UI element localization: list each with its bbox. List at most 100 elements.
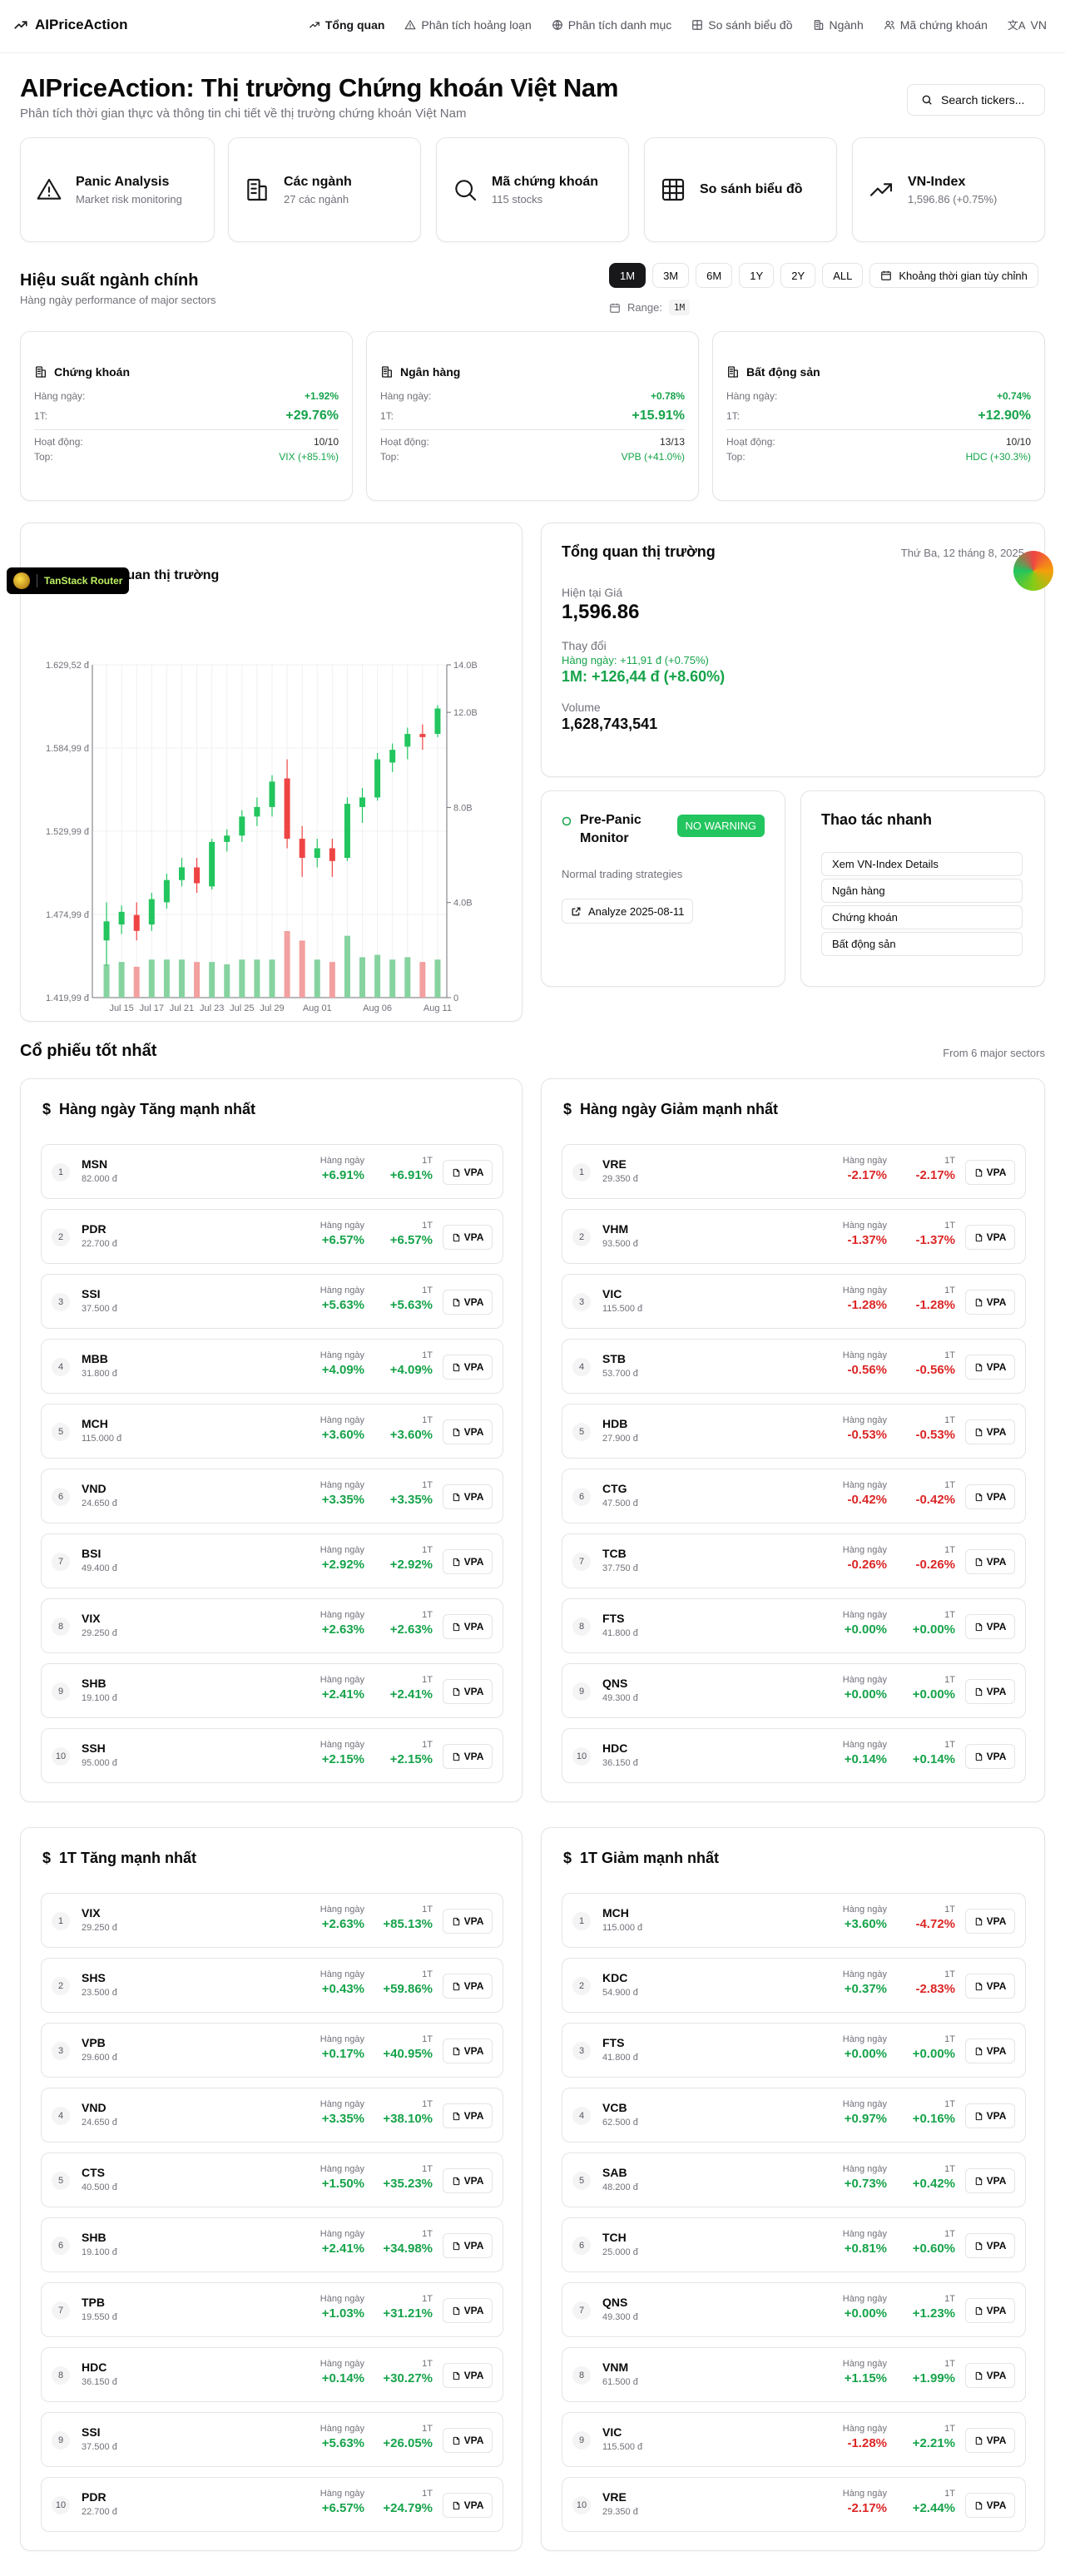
stock-row[interactable]: 9 VIC 115.500 đ Hàng ngày -1.28% 1T +2.21%… [562, 2412, 1026, 2467]
nav-link[interactable]: Phân tích danh mục [552, 18, 671, 32]
stock-row[interactable]: 2 PDR 22.700 đ Hàng ngày +6.57% 1T +6.57% … [41, 1209, 503, 1264]
stock-row[interactable]: 3 FTS 41.800 đ Hàng ngày +0.00% 1T +0.00% … [562, 2023, 1026, 2078]
vpa-button[interactable]: VPA [965, 1744, 1015, 1769]
vpa-button[interactable]: VPA [443, 2168, 493, 2193]
quick-action-button[interactable]: Bất động sản [821, 932, 1023, 956]
stock-row[interactable]: 9 QNS 49.300 đ Hàng ngày +0.00% 1T +0.00% … [562, 1663, 1026, 1718]
stock-row[interactable]: 3 VIC 115.500 đ Hàng ngày -1.28% 1T -1.28%… [562, 1274, 1026, 1329]
range-button-2y[interactable]: 2Y [780, 263, 816, 288]
stock-row[interactable]: 1 VIX 29.250 đ Hàng ngày +2.63% 1T +85.13%… [41, 1893, 503, 1948]
quick-card[interactable]: Các ngành 27 các ngành [228, 137, 421, 242]
vpa-button[interactable]: VPA [965, 1225, 1015, 1250]
stock-row[interactable]: 5 HDB 27.900 đ Hàng ngày -0.53% 1T -0.53% … [562, 1404, 1026, 1459]
vpa-button[interactable]: VPA [965, 1679, 1015, 1704]
nav-link[interactable]: Phân tích hoảng loạn [404, 18, 532, 32]
quick-card[interactable]: Mã chứng khoán 115 stocks [436, 137, 629, 242]
candlestick-chart[interactable]: 1.629,52 đ 1.584,99 đ 1.529,99 đ 1.474,99 đ… [21, 632, 523, 1023]
stock-row[interactable]: 6 CTG 47.500 đ Hàng ngày -0.42% 1T -0.42% … [562, 1469, 1026, 1523]
vpa-button[interactable]: VPA [965, 1974, 1015, 1999]
vpa-button[interactable]: VPA [443, 1290, 493, 1315]
vpa-button[interactable]: VPA [443, 2428, 493, 2453]
vpa-button[interactable]: VPA [965, 2103, 1015, 2128]
vpa-button[interactable]: VPA [965, 1484, 1015, 1509]
stock-row[interactable]: 1 VRE 29.350 đ Hàng ngày -2.17% 1T -2.17% … [562, 1144, 1026, 1199]
stock-row[interactable]: 2 VHM 93.500 đ Hàng ngày -1.37% 1T -1.37% … [562, 1209, 1026, 1264]
vpa-button[interactable]: VPA [443, 1225, 493, 1250]
stock-row[interactable]: 2 SHS 23.500 đ Hàng ngày +0.43% 1T +59.86%… [41, 1958, 503, 2013]
vpa-button[interactable]: VPA [965, 1160, 1015, 1185]
vpa-button[interactable]: VPA [965, 1549, 1015, 1574]
stock-row[interactable]: 5 SAB 48.200 đ Hàng ngày +0.73% 1T +0.42% … [562, 2152, 1026, 2207]
vpa-button[interactable]: VPA [443, 1549, 493, 1574]
vpa-button[interactable]: VPA [443, 1679, 493, 1704]
stock-row[interactable]: 4 STB 53.700 đ Hàng ngày -0.56% 1T -0.56% … [562, 1339, 1026, 1394]
vpa-button[interactable]: VPA [965, 1614, 1015, 1639]
vpa-button[interactable]: VPA [965, 1355, 1015, 1380]
vpa-button[interactable]: VPA [443, 1419, 493, 1444]
stock-row[interactable]: 7 TCB 37.750 đ Hàng ngày -0.26% 1T -0.26% … [562, 1533, 1026, 1588]
stock-row[interactable]: 7 QNS 49.300 đ Hàng ngày +0.00% 1T +1.23% … [562, 2282, 1026, 2337]
vpa-button[interactable]: VPA [443, 1974, 493, 1999]
stock-row[interactable]: 5 CTS 40.500 đ Hàng ngày +1.50% 1T +35.23%… [41, 2152, 503, 2207]
stock-row[interactable]: 9 SSI 37.500 đ Hàng ngày +5.63% 1T +26.05%… [41, 2412, 503, 2467]
brand-logo[interactable]: AIPriceAction [13, 17, 127, 33]
stock-row[interactable]: 7 TPB 19.550 đ Hàng ngày +1.03% 1T +31.21%… [41, 2282, 503, 2337]
vpa-button[interactable]: VPA [965, 2428, 1015, 2453]
stock-row[interactable]: 4 VND 24.650 đ Hàng ngày +3.35% 1T +38.10%… [41, 2088, 503, 2143]
search-tickers-button[interactable]: Search tickers... [907, 84, 1045, 116]
avatar[interactable] [1013, 551, 1053, 591]
vpa-button[interactable]: VPA [965, 1909, 1015, 1934]
stock-row[interactable]: 1 MCH 115.000 đ Hàng ngày +3.60% 1T -4.72%… [562, 1893, 1026, 1948]
vpa-button[interactable]: VPA [443, 2233, 493, 2258]
stock-row[interactable]: 7 BSI 49.400 đ Hàng ngày +2.92% 1T +2.92% … [41, 1533, 503, 1588]
nav-link[interactable]: Mã chứng khoán [884, 18, 988, 32]
stock-row[interactable]: 10 HDC 36.150 đ Hàng ngày +0.14% 1T +0.14%… [562, 1728, 1026, 1783]
stock-row[interactable]: 8 VNM 61.500 đ Hàng ngày +1.15% 1T +1.99% … [562, 2347, 1026, 2402]
stock-row[interactable]: 5 MCH 115.000 đ Hàng ngày +3.60% 1T +3.60%… [41, 1404, 503, 1459]
vpa-button[interactable]: VPA [965, 2168, 1015, 2193]
quick-action-button[interactable]: Chứng khoán [821, 905, 1023, 929]
vpa-button[interactable]: VPA [965, 2363, 1015, 2388]
stock-row[interactable]: 3 SSI 37.500 đ Hàng ngày +5.63% 1T +5.63% … [41, 1274, 503, 1329]
vpa-button[interactable]: VPA [965, 2233, 1015, 2258]
stock-row[interactable]: 10 PDR 22.700 đ Hàng ngày +6.57% 1T +24.79… [41, 2477, 503, 2532]
vpa-button[interactable]: VPA [443, 2363, 493, 2388]
vpa-button[interactable]: VPA [965, 2039, 1015, 2063]
analyze-button[interactable]: Analyze 2025-08-11 [562, 899, 694, 924]
stock-row[interactable]: 8 HDC 36.150 đ Hàng ngày +0.14% 1T +30.27%… [41, 2347, 503, 2402]
sector-card[interactable]: Ngân hàng Hàng ngày: +0.78% 1T: +15.91% Ho… [366, 331, 699, 501]
range-button-all[interactable]: ALL [822, 263, 864, 288]
quick-card[interactable]: Panic Analysis Market risk monitoring [20, 137, 215, 242]
sector-card[interactable]: Chứng khoán Hàng ngày: +1.92% 1T: +29.76% … [20, 331, 353, 501]
vpa-button[interactable]: VPA [965, 2298, 1015, 2323]
quick-card[interactable]: VN-Index 1,596.86 (+0.75%) [852, 137, 1045, 242]
vpa-button[interactable]: VPA [443, 2298, 493, 2323]
vpa-button[interactable]: VPA [443, 2103, 493, 2128]
range-button-6m[interactable]: 6M [696, 263, 733, 288]
sector-card[interactable]: Bất động sản Hàng ngày: +0.74% 1T: +12.90%… [712, 331, 1045, 501]
stock-row[interactable]: 1 MSN 82.000 đ Hàng ngày +6.91% 1T +6.91% … [41, 1144, 503, 1199]
stock-row[interactable]: 8 FTS 41.800 đ Hàng ngày +0.00% 1T +0.00% … [562, 1598, 1026, 1653]
nav-link[interactable]: So sánh biểu đồ [691, 18, 793, 32]
vpa-button[interactable]: VPA [965, 1290, 1015, 1315]
vpa-button[interactable]: VPA [443, 1614, 493, 1639]
stock-row[interactable]: 3 VPB 29.600 đ Hàng ngày +0.17% 1T +40.95%… [41, 2023, 503, 2078]
stock-row[interactable]: 4 MBB 31.800 đ Hàng ngày +4.09% 1T +4.09% … [41, 1339, 503, 1394]
range-button-3m[interactable]: 3M [652, 263, 690, 288]
vpa-button[interactable]: VPA [965, 2493, 1015, 2518]
vpa-button[interactable]: VPA [443, 1160, 493, 1185]
vpa-button[interactable]: VPA [443, 1744, 493, 1769]
stock-row[interactable]: 9 SHB 19.100 đ Hàng ngày +2.41% 1T +2.41% … [41, 1663, 503, 1718]
stock-row[interactable]: 2 KDC 54.900 đ Hàng ngày +0.37% 1T -2.83% … [562, 1958, 1026, 2013]
stock-row[interactable]: 6 TCH 25.000 đ Hàng ngày +0.81% 1T +0.60% … [562, 2217, 1026, 2272]
vpa-button[interactable]: VPA [443, 1484, 493, 1509]
quick-card[interactable]: So sánh biểu đồ [644, 137, 837, 242]
vpa-button[interactable]: VPA [965, 1419, 1015, 1444]
stock-row[interactable]: 10 VRE 29.350 đ Hàng ngày -2.17% 1T +2.44%… [562, 2477, 1026, 2532]
stock-row[interactable]: 6 VND 24.650 đ Hàng ngày +3.35% 1T +3.35% … [41, 1469, 503, 1523]
vpa-button[interactable]: VPA [443, 1355, 493, 1380]
tanstack-devtools-button[interactable]: TanStack Router [7, 567, 130, 594]
nav-link[interactable]: Tổng quan [309, 18, 384, 32]
stock-row[interactable]: 6 SHB 19.100 đ Hàng ngày +2.41% 1T +34.98%… [41, 2217, 503, 2272]
quick-action-button[interactable]: Ngân hàng [821, 879, 1023, 903]
